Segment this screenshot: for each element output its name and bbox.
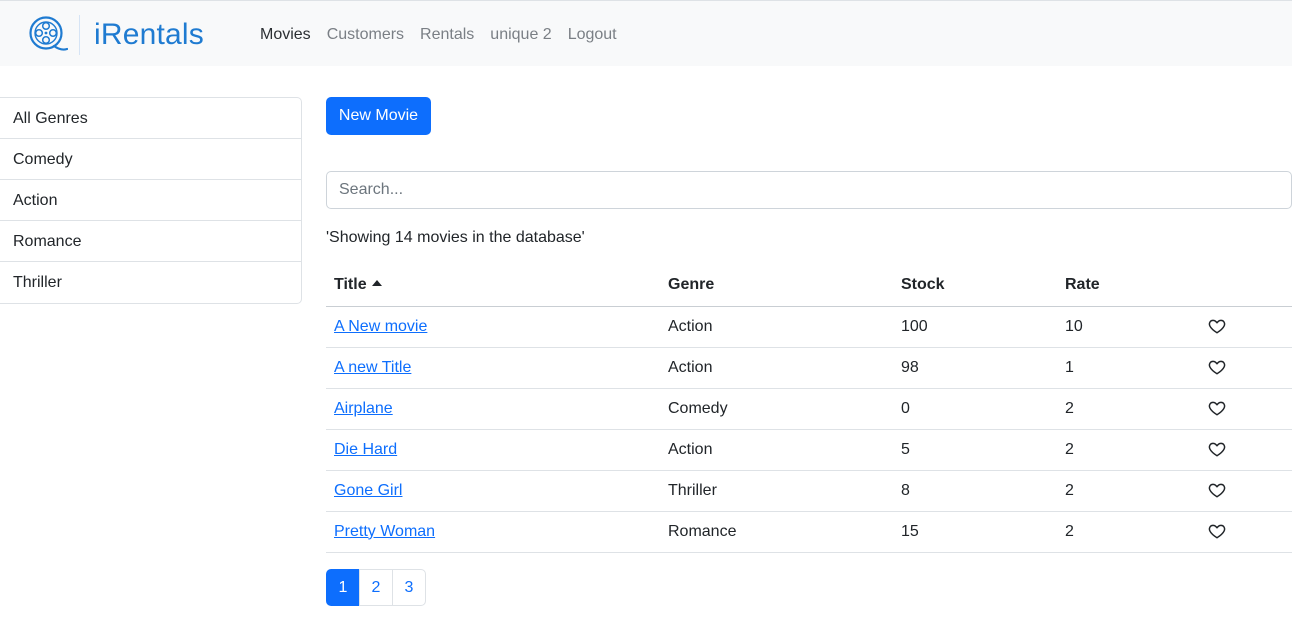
- column-header-like: [1191, 265, 1292, 307]
- movie-title-cell: Die Hard: [326, 429, 660, 471]
- movie-stock-cell: 15: [893, 511, 1057, 553]
- movie-title-link[interactable]: A New movie: [334, 318, 427, 335]
- movie-rate-cell: 2: [1057, 511, 1191, 553]
- movie-title-link[interactable]: A new Title: [334, 359, 411, 376]
- brand-divider: [79, 15, 80, 55]
- column-header-genre[interactable]: Genre: [660, 265, 893, 307]
- page-button-2[interactable]: 2: [359, 569, 393, 606]
- movie-like-cell: [1191, 388, 1292, 430]
- movie-like-cell: [1191, 306, 1292, 348]
- movie-genre-cell: Action: [660, 306, 893, 348]
- movie-genre-cell: Comedy: [660, 388, 893, 430]
- nav-user[interactable]: unique 2: [490, 25, 551, 45]
- movie-title-cell: A New movie: [326, 306, 660, 348]
- movie-genre-cell: Romance: [660, 511, 893, 553]
- movie-count-text: 'Showing 14 movies in the database': [326, 229, 585, 246]
- table-header-row: Title Genre Stock Rate: [326, 265, 1292, 307]
- movie-title-link[interactable]: Airplane: [334, 400, 393, 417]
- table-row: A new Title Action 98 1: [326, 347, 1292, 389]
- nav-rentals[interactable]: Rentals: [420, 25, 474, 45]
- movie-title-cell: A new Title: [326, 347, 660, 389]
- movie-stock-cell: 8: [893, 470, 1057, 512]
- nav-movies[interactable]: Movies: [260, 25, 311, 45]
- page-button-1[interactable]: 1: [326, 569, 360, 606]
- column-header-stock[interactable]: Stock: [893, 265, 1057, 307]
- table-row: Gone Girl Thriller 8 2: [326, 470, 1292, 512]
- heart-outline-icon[interactable]: [1208, 440, 1226, 458]
- movie-stock-cell: 98: [893, 347, 1057, 389]
- table-body: A New movie Action 100 10 A new Title Action 9…: [326, 306, 1292, 553]
- pagination: 123: [326, 569, 426, 606]
- heart-outline-icon[interactable]: [1208, 481, 1226, 499]
- nav-logout[interactable]: Logout: [568, 25, 617, 45]
- genre-list: All Genres Comedy Action Romance Thrille…: [0, 97, 302, 304]
- movie-rate-cell: 10: [1057, 306, 1191, 348]
- movie-stock-cell: 100: [893, 306, 1057, 348]
- heart-outline-icon[interactable]: [1208, 522, 1226, 540]
- heart-outline-icon[interactable]: [1208, 358, 1226, 376]
- page-button-3[interactable]: 3: [392, 569, 426, 606]
- movie-title-link[interactable]: Die Hard: [334, 441, 397, 458]
- movie-rate-cell: 1: [1057, 347, 1191, 389]
- genre-item-all[interactable]: All Genres: [0, 98, 301, 139]
- brand[interactable]: iRentals: [28, 15, 204, 55]
- column-header-title-label: Title: [334, 276, 367, 294]
- table-row: Pretty Woman Romance 15 2: [326, 511, 1292, 553]
- table-row: A New movie Action 100 10: [326, 306, 1292, 348]
- movie-title-link[interactable]: Pretty Woman: [334, 523, 435, 540]
- movies-table: Title Genre Stock Rate A New movie Action…: [326, 265, 1292, 553]
- heart-outline-icon[interactable]: [1208, 317, 1226, 335]
- sort-ascending-icon: [371, 280, 382, 287]
- table-row: Die Hard Action 5 2: [326, 429, 1292, 471]
- genre-item-action[interactable]: Action: [0, 180, 301, 221]
- movie-title-cell: Gone Girl: [326, 470, 660, 512]
- navbar: iRentals Movies Customers Rentals unique…: [0, 0, 1292, 66]
- movie-genre-cell: Action: [660, 347, 893, 389]
- column-header-title[interactable]: Title: [326, 265, 660, 307]
- new-movie-button[interactable]: New Movie: [326, 97, 431, 135]
- movie-rate-cell: 2: [1057, 429, 1191, 471]
- column-header-rate[interactable]: Rate: [1057, 265, 1191, 307]
- movie-like-cell: [1191, 429, 1292, 471]
- nav-customers[interactable]: Customers: [327, 25, 404, 45]
- genre-item-romance[interactable]: Romance: [0, 221, 301, 262]
- movie-rate-cell: 2: [1057, 388, 1191, 430]
- genre-item-comedy[interactable]: Comedy: [0, 139, 301, 180]
- movie-title-cell: Pretty Woman: [326, 511, 660, 553]
- genre-item-thriller[interactable]: Thriller: [0, 262, 301, 303]
- movie-genre-cell: Thriller: [660, 470, 893, 512]
- movie-stock-cell: 5: [893, 429, 1057, 471]
- main-nav: Movies Customers Rentals unique 2 Logout: [260, 25, 633, 45]
- search-input[interactable]: [326, 171, 1292, 209]
- movie-title-cell: Airplane: [326, 388, 660, 430]
- movie-like-cell: [1191, 470, 1292, 512]
- film-reel-icon: [29, 16, 68, 51]
- heart-outline-icon[interactable]: [1208, 399, 1226, 417]
- table-row: Airplane Comedy 0 2: [326, 388, 1292, 430]
- movie-title-link[interactable]: Gone Girl: [334, 482, 402, 499]
- movie-like-cell: [1191, 347, 1292, 389]
- movie-stock-cell: 0: [893, 388, 1057, 430]
- movie-like-cell: [1191, 511, 1292, 553]
- movie-rate-cell: 2: [1057, 470, 1191, 512]
- movie-genre-cell: Action: [660, 429, 893, 471]
- brand-name: iRentals: [94, 18, 204, 51]
